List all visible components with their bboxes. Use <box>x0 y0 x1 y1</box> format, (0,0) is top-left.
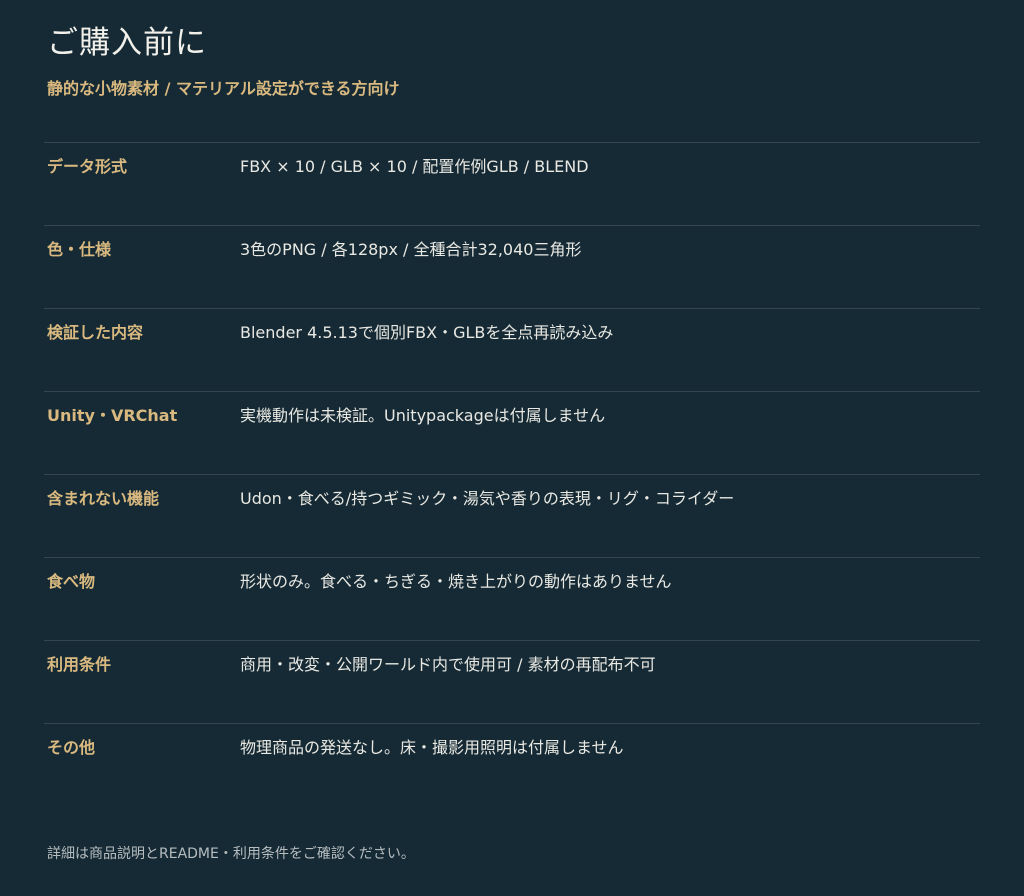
spec-row-data-format: データ形式 FBX × 10 / GLB × 10 / 配置作例GLB / BL… <box>44 142 980 225</box>
spec-value: 物理商品の発送なし。床・撮影用照明は付属しません <box>240 738 624 757</box>
page-title: ご購入前に <box>47 25 207 61</box>
spec-value: 実機動作は未検証。Unitypackageは付属しません <box>240 406 606 425</box>
spec-label: Unity・VRChat <box>47 406 178 425</box>
spec-value: Blender 4.5.13で個別FBX・GLBを全点再読み込み <box>240 323 614 342</box>
spec-label: 色・仕様 <box>47 240 112 259</box>
spec-value: 3色のPNG / 各128px / 全種合計32,040三角形 <box>240 240 582 259</box>
spec-row-verification: 検証した内容 Blender 4.5.13で個別FBX・GLBを全点再読み込み <box>44 308 980 391</box>
spec-row-unity-vrchat: Unity・VRChat 実機動作は未検証。Unitypackageは付属しませ… <box>44 391 980 474</box>
spec-label: データ形式 <box>47 157 128 176</box>
spec-label: 食べ物 <box>47 572 96 591</box>
spec-label: 利用条件 <box>47 655 112 674</box>
spec-label: その他 <box>47 738 96 757</box>
spec-value: Udon・食べる/持つギミック・湯気や香りの表現・リグ・コライダー <box>240 489 735 508</box>
spec-value: FBX × 10 / GLB × 10 / 配置作例GLB / BLEND <box>240 157 589 176</box>
spec-row-excluded-features: 含まれない機能 Udon・食べる/持つギミック・湯気や香りの表現・リグ・コライダ… <box>44 474 980 557</box>
spec-label: 検証した内容 <box>47 323 144 342</box>
spec-row-color-spec: 色・仕様 3色のPNG / 各128px / 全種合計32,040三角形 <box>44 225 980 308</box>
spec-value: 形状のみ。食べる・ちぎる・焼き上がりの動作はありません <box>240 572 672 591</box>
spec-row-food: 食べ物 形状のみ。食べる・ちぎる・焼き上がりの動作はありません <box>44 557 980 640</box>
footnote: 詳細は商品説明とREADME・利用条件をご確認ください。 <box>47 846 415 862</box>
page-subtitle: 静的な小物素材 / マテリアル設定ができる方向け <box>47 79 400 98</box>
spec-value: 商用・改変・公開ワールド内で使用可 / 素材の再配布不可 <box>240 655 656 674</box>
spec-table: データ形式 FBX × 10 / GLB × 10 / 配置作例GLB / BL… <box>44 142 980 806</box>
spec-label: 含まれない機能 <box>47 489 160 508</box>
spec-row-other: その他 物理商品の発送なし。床・撮影用照明は付属しません <box>44 723 980 806</box>
purchase-notes-page: ご購入前に 静的な小物素材 / マテリアル設定ができる方向け データ形式 FBX… <box>0 0 1024 896</box>
spec-row-terms-of-use: 利用条件 商用・改変・公開ワールド内で使用可 / 素材の再配布不可 <box>44 640 980 723</box>
